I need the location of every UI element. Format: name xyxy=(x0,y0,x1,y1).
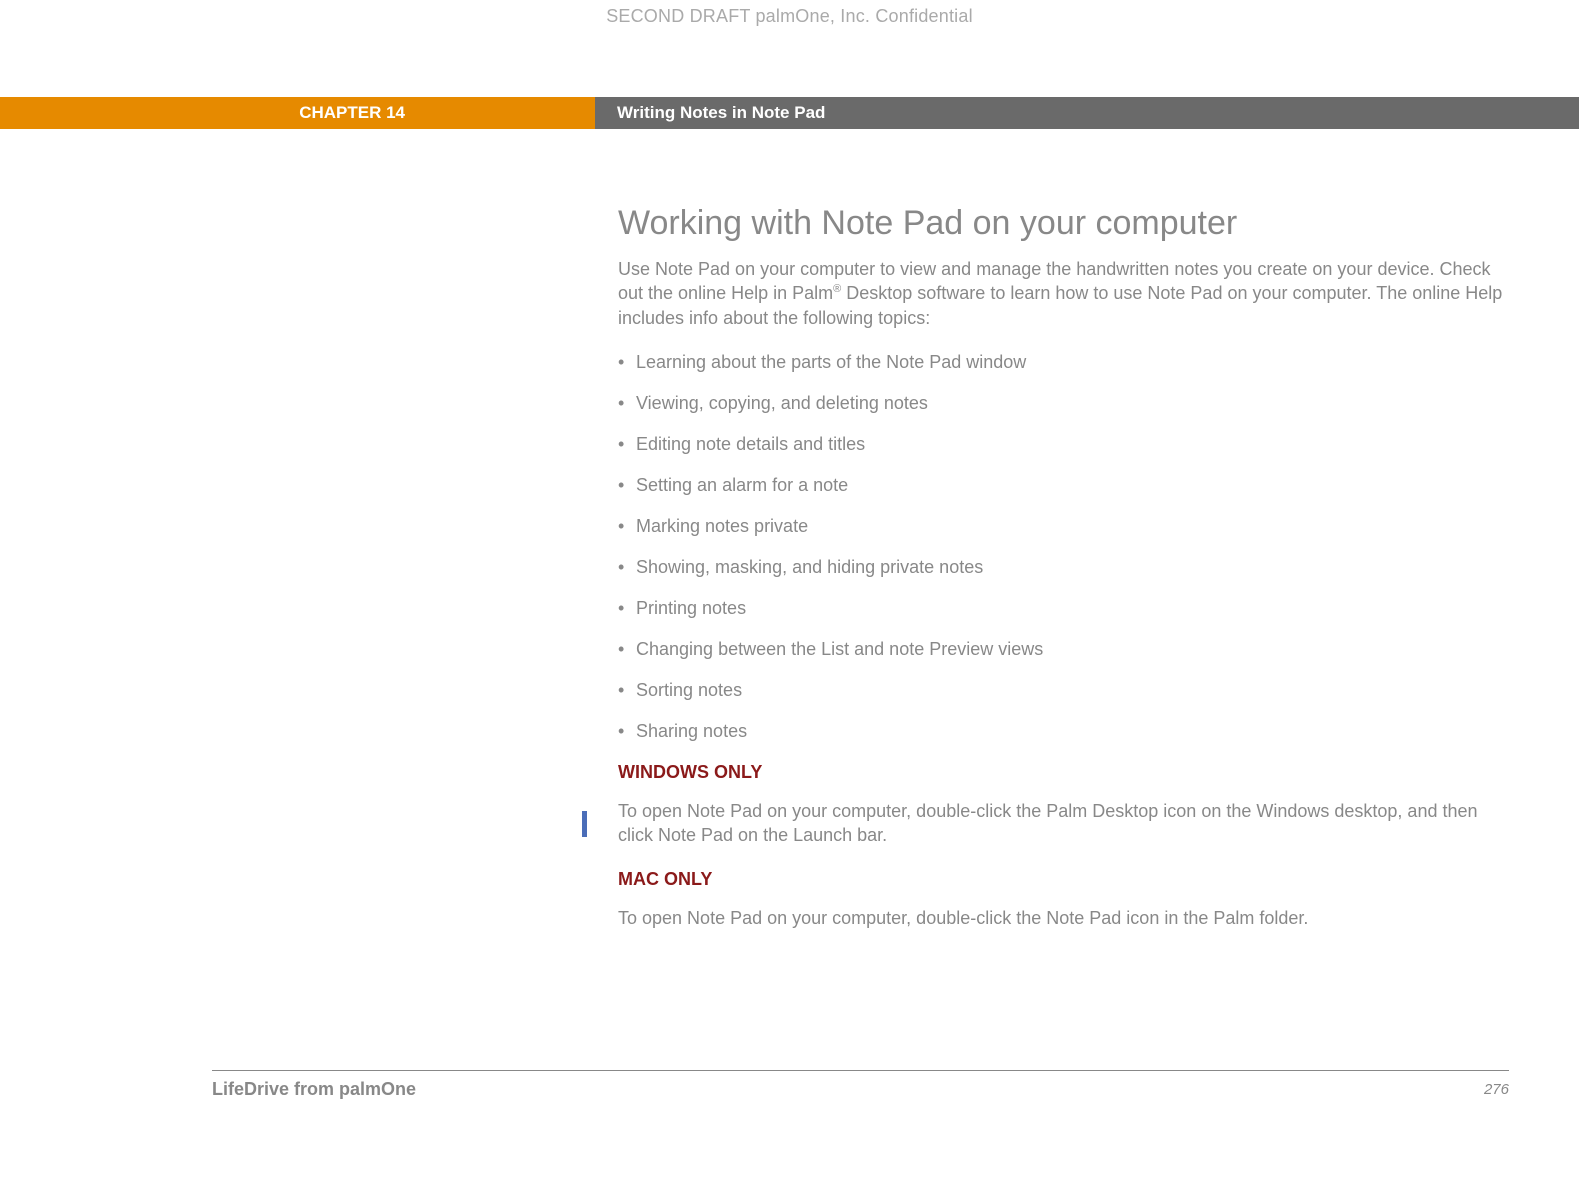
page-footer: LifeDrive from palmOne 276 xyxy=(212,1070,1509,1100)
draft-header: SECOND DRAFT palmOne, Inc. Confidential xyxy=(0,0,1579,27)
section-heading: Working with Note Pad on your computer xyxy=(618,204,1509,243)
intro-paragraph: Use Note Pad on your computer to view an… xyxy=(618,257,1509,330)
chapter-bar: CHAPTER 14 Writing Notes in Note Pad xyxy=(0,97,1579,129)
list-item: Viewing, copying, and deleting notes xyxy=(618,393,1509,414)
list-item: Editing note details and titles xyxy=(618,434,1509,455)
list-item: Sharing notes xyxy=(618,721,1509,742)
list-item: Setting an alarm for a note xyxy=(618,475,1509,496)
bullet-list: Learning about the parts of the Note Pad… xyxy=(618,352,1509,742)
list-item: Printing notes xyxy=(618,598,1509,619)
chapter-number: CHAPTER 14 xyxy=(0,97,595,129)
windows-paragraph: To open Note Pad on your computer, doubl… xyxy=(618,799,1509,848)
chapter-title: Writing Notes in Note Pad xyxy=(595,97,1579,129)
list-item: Changing between the List and note Previ… xyxy=(618,639,1509,660)
footer-product-name: LifeDrive from palmOne xyxy=(212,1079,416,1100)
list-item: Showing, masking, and hiding private not… xyxy=(618,557,1509,578)
list-item: Learning about the parts of the Note Pad… xyxy=(618,352,1509,373)
list-item: Marking notes private xyxy=(618,516,1509,537)
change-bar-icon xyxy=(582,811,587,837)
mac-paragraph: To open Note Pad on your computer, doubl… xyxy=(618,906,1509,930)
page-number: 276 xyxy=(1484,1081,1509,1098)
main-content: Working with Note Pad on your computer U… xyxy=(618,204,1509,931)
windows-only-label: WINDOWS ONLY xyxy=(618,762,1509,783)
mac-only-label: MAC ONLY xyxy=(618,869,1509,890)
list-item: Sorting notes xyxy=(618,680,1509,701)
